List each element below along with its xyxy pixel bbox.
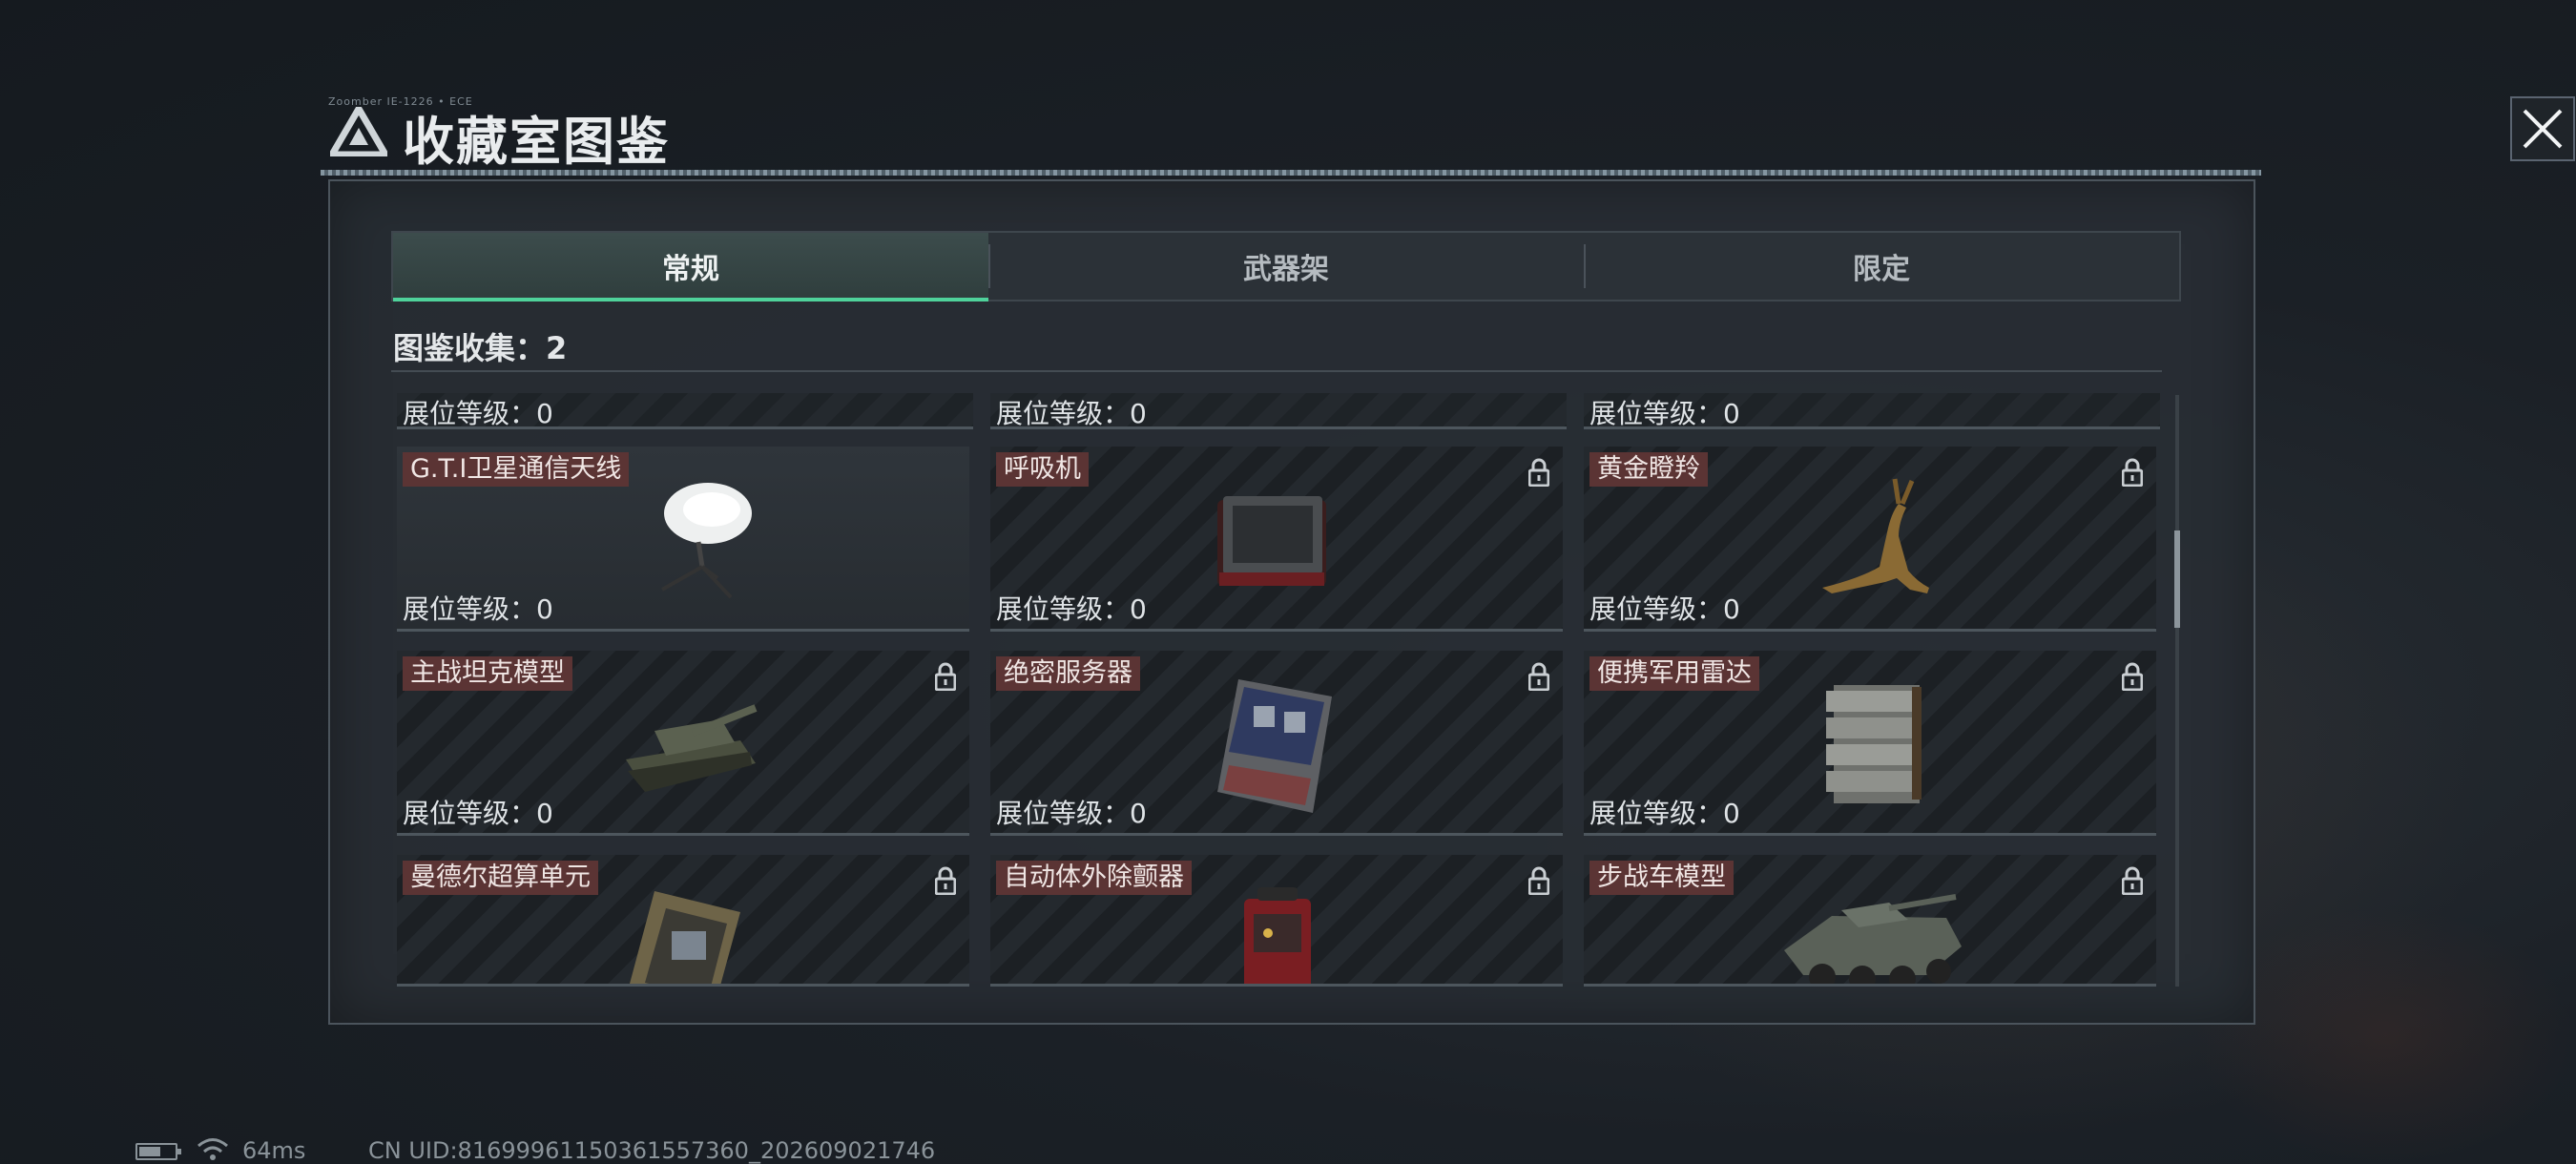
collection-card[interactable]: 便携军用雷达 展位等级：0 bbox=[1584, 651, 2156, 836]
exhibit-level-label: 展位等级：0 bbox=[403, 398, 553, 429]
category-tabs: 常规 武器架 限定 bbox=[391, 231, 2181, 301]
card-level-strip: 展位等级：0 bbox=[397, 393, 973, 429]
item-name-tag: 呼吸机 bbox=[996, 452, 1089, 487]
collection-card[interactable]: 自动体外除颤器 bbox=[990, 855, 1563, 987]
exhibit-level-label: 展位等级：0 bbox=[403, 593, 553, 625]
ventilator-icon bbox=[1217, 496, 1326, 586]
item-name-tag: 黄金瞪羚 bbox=[1589, 452, 1708, 487]
close-icon bbox=[2510, 96, 2575, 161]
battery-level-fill bbox=[139, 1147, 160, 1156]
exhibit-level-label: 展位等级：0 bbox=[1589, 798, 1740, 829]
item-name-tag: 步战车模型 bbox=[1589, 861, 1734, 895]
supercomputer-unit-icon bbox=[630, 891, 740, 984]
exhibit-level-label: 展位等级：0 bbox=[996, 593, 1147, 625]
exhibit-level-label: 展位等级：0 bbox=[996, 798, 1147, 829]
lock-icon bbox=[935, 866, 956, 895]
lock-icon bbox=[2122, 458, 2143, 487]
tab-label: 常规 bbox=[662, 253, 719, 286]
lock-icon bbox=[1528, 458, 1549, 487]
tab-label: 武器架 bbox=[1243, 253, 1329, 286]
collection-card[interactable]: 步战车模型 bbox=[1584, 855, 2156, 987]
tank-model-icon bbox=[626, 704, 758, 792]
item-name-tag: 主战坦克模型 bbox=[403, 656, 572, 691]
item-name-tag: 曼德尔超算单元 bbox=[403, 861, 598, 895]
exhibit-level-label: 展位等级：0 bbox=[1589, 593, 1740, 625]
battery-icon bbox=[135, 1143, 181, 1160]
card-level-strip: 展位等级：0 bbox=[1584, 393, 2160, 429]
scrollbar-thumb[interactable] bbox=[2174, 530, 2180, 628]
header-divider bbox=[321, 170, 2261, 176]
collection-card[interactable]: 绝密服务器 展位等级：0 bbox=[990, 651, 1563, 836]
ifv-model-icon bbox=[1784, 894, 1962, 984]
collection-card[interactable]: 呼吸机 展位等级：0 bbox=[990, 447, 1563, 632]
exhibit-level-label: 展位等级：0 bbox=[1589, 398, 1740, 429]
triangle-logo-icon bbox=[330, 107, 387, 156]
item-name-tag: G.T.I卫星通信天线 bbox=[403, 452, 630, 487]
exhibit-level-label: 展位等级：0 bbox=[403, 798, 553, 829]
lock-icon bbox=[935, 662, 956, 691]
dialog-title: 收藏室图鉴 bbox=[403, 112, 670, 172]
tab-limited[interactable]: 限定 bbox=[1584, 233, 2179, 300]
scrollbar-track[interactable] bbox=[2175, 395, 2179, 987]
server-icon bbox=[1217, 679, 1332, 813]
collection-card[interactable]: 曼德尔超算单元 bbox=[397, 855, 969, 987]
satellite-dish-icon bbox=[661, 483, 752, 599]
wifi-icon bbox=[197, 1138, 228, 1160]
item-name-tag: 自动体外除颤器 bbox=[996, 861, 1192, 895]
radar-icon bbox=[1826, 685, 1922, 803]
lock-icon bbox=[2122, 662, 2143, 691]
user-uid: CN UID:816999611503615573​60_20260902174… bbox=[368, 1137, 936, 1164]
collection-card[interactable]: G.T.I卫星通信天线 展位等级：0 bbox=[397, 447, 969, 632]
exhibit-level-label: 展位等级：0 bbox=[996, 398, 1147, 429]
card-level-strip: 展位等级：0 bbox=[990, 393, 1567, 429]
item-name-tag: 绝密服务器 bbox=[996, 656, 1140, 691]
tab-weapon-rack[interactable]: 武器架 bbox=[988, 233, 1584, 300]
divider bbox=[391, 370, 2162, 372]
lock-icon bbox=[2122, 866, 2143, 895]
tab-label: 限定 bbox=[1853, 253, 1910, 286]
collection-card[interactable]: 主战坦克模型 展位等级：0 bbox=[397, 651, 969, 836]
lock-icon bbox=[1528, 866, 1549, 895]
close-button[interactable] bbox=[2509, 95, 2576, 162]
tab-regular[interactable]: 常规 bbox=[393, 233, 988, 301]
collection-card[interactable]: 黄金瞪羚 展位等级：0 bbox=[1584, 447, 2156, 632]
ping-readout: 64ms bbox=[242, 1137, 306, 1164]
golden-gazelle-icon bbox=[1822, 478, 1929, 593]
defibrillator-icon bbox=[1244, 887, 1311, 984]
dialog-header: Zoomber IE-1226 • ECE 收藏室图鉴 bbox=[321, 94, 2575, 179]
collection-count: 图鉴收集：2 bbox=[393, 330, 568, 366]
lock-icon bbox=[1528, 662, 1549, 691]
item-name-tag: 便携军用雷达 bbox=[1589, 656, 1759, 691]
